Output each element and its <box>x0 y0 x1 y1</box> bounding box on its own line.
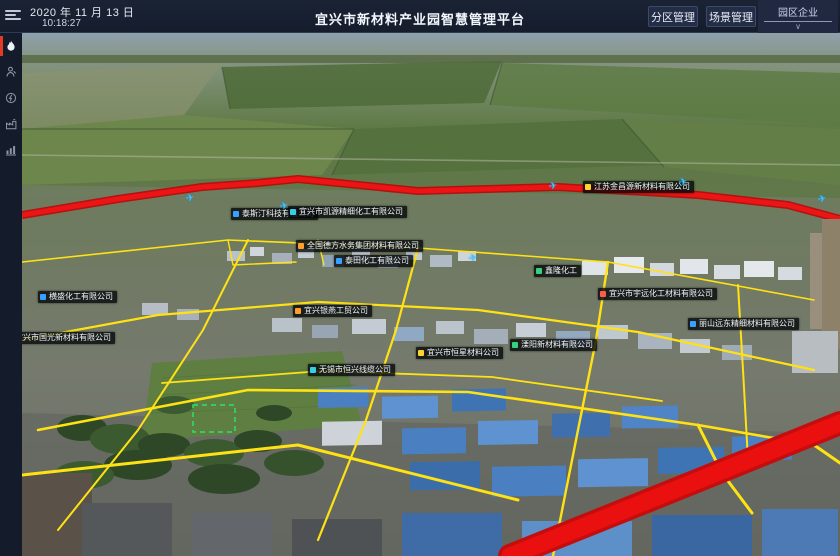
company-marker-icon <box>536 268 542 274</box>
power-icon <box>5 92 17 104</box>
park-enterprise-dropdown[interactable]: 园区企业 ∨ <box>758 0 838 33</box>
company-label-text: 宜兴市宇远化工材料有限公司 <box>609 288 713 300</box>
company-marker-icon <box>585 184 591 190</box>
bar-chart-icon <box>5 144 17 156</box>
map-label-layer: 泰斯汀科技有限公司宜兴市凯源精细化工有限公司全国德方水务集团材料有限公司泰田化工… <box>22 33 840 556</box>
company-label-text: 宜兴市凯源精细化工有限公司 <box>299 206 403 218</box>
scene-management-button[interactable]: 场景管理 <box>706 6 756 27</box>
company-label-text: 鑫隆化工 <box>545 265 577 277</box>
company-label-text: 横盛化工有限公司 <box>49 291 113 303</box>
sidebar-item-factory[interactable] <box>0 111 22 137</box>
company-map-label[interactable]: 宜兴市宇远化工材料有限公司 <box>598 288 717 300</box>
company-marker-icon <box>298 243 304 249</box>
sidebar-item-personnel[interactable] <box>0 59 22 85</box>
company-map-label[interactable]: 无锡市恒兴线缆公司 <box>308 364 395 376</box>
company-marker-icon <box>600 291 606 297</box>
chevron-down-icon: ∨ <box>758 22 838 32</box>
company-label-text: 宜兴市恒星材料公司 <box>427 347 499 359</box>
company-label-text: 全国德方水务集团材料有限公司 <box>307 240 419 252</box>
aircraft-marker-icon[interactable]: ✈ <box>468 252 478 265</box>
flame-icon <box>5 40 17 53</box>
company-label-text: 宜兴市国光新材料有限公司 <box>22 332 111 344</box>
company-map-label[interactable]: 溧阳新材料有限公司 <box>510 339 597 351</box>
sidebar-item-energy[interactable] <box>0 85 22 111</box>
company-map-label[interactable]: 宜兴市凯源精细化工有限公司 <box>288 206 407 218</box>
company-map-label[interactable]: 宜兴市国光新材料有限公司 <box>22 332 115 344</box>
aircraft-marker-icon[interactable]: ✈ <box>678 176 688 189</box>
company-marker-icon <box>40 294 46 300</box>
company-marker-icon <box>512 342 518 348</box>
company-marker-icon <box>310 367 316 373</box>
company-map-label[interactable]: 鑫隆化工 <box>534 265 581 277</box>
left-sidebar <box>0 33 22 556</box>
aircraft-marker-icon[interactable]: ✈ <box>817 193 827 206</box>
top-header: 2020 年 11 月 13 日 10:18:27 宜兴市新材料产业园智慧管理平… <box>0 0 840 33</box>
company-marker-icon <box>336 258 342 264</box>
app-window: 2020 年 11 月 13 日 10:18:27 宜兴市新材料产业园智慧管理平… <box>0 0 840 556</box>
company-marker-icon <box>295 308 301 314</box>
company-label-text: 丽山远东精细材料有限公司 <box>699 318 795 330</box>
person-icon <box>5 66 17 78</box>
sidebar-item-statistics[interactable] <box>0 137 22 163</box>
aircraft-marker-icon[interactable]: ✈ <box>185 192 195 205</box>
aircraft-marker-icon[interactable]: ✈ <box>279 200 289 213</box>
company-map-label[interactable]: 宜兴银燕工贸公司 <box>293 305 372 317</box>
hamburger-icon[interactable] <box>4 8 22 24</box>
header-time: 10:18:27 <box>42 18 81 29</box>
company-marker-icon <box>290 209 296 215</box>
aircraft-marker-icon[interactable]: ✈ <box>548 180 558 193</box>
factory-icon <box>5 118 18 130</box>
company-map-label[interactable]: 丽山远东精细材料有限公司 <box>688 318 799 330</box>
company-label-text: 溧阳新材料有限公司 <box>521 339 593 351</box>
company-map-label[interactable]: 全国德方水务集团材料有限公司 <box>296 240 423 252</box>
page-title: 宜兴市新材料产业园智慧管理平台 <box>315 9 525 28</box>
company-label-text: 江苏金昌源新材料有限公司 <box>594 181 690 193</box>
company-label-text: 泰田化工有限公司 <box>345 255 409 267</box>
company-map-label[interactable]: 宜兴市恒星材料公司 <box>416 347 503 359</box>
company-map-label[interactable]: 泰田化工有限公司 <box>334 255 413 267</box>
company-map-label[interactable]: 横盛化工有限公司 <box>38 291 117 303</box>
company-marker-icon <box>233 211 239 217</box>
company-label-text: 无锡市恒兴线缆公司 <box>319 364 391 376</box>
company-map-label[interactable]: 江苏金昌源新材料有限公司 <box>583 181 694 193</box>
zone-management-button[interactable]: 分区管理 <box>648 6 698 27</box>
map-3d-view[interactable]: 泰斯汀科技有限公司宜兴市凯源精细化工有限公司全国德方水务集团材料有限公司泰田化工… <box>22 33 840 556</box>
company-label-text: 宜兴银燕工贸公司 <box>304 305 368 317</box>
sidebar-item-fire[interactable] <box>0 33 22 59</box>
company-marker-icon <box>418 350 424 356</box>
company-marker-icon <box>690 321 696 327</box>
dropdown-label: 园区企业 <box>758 0 838 19</box>
